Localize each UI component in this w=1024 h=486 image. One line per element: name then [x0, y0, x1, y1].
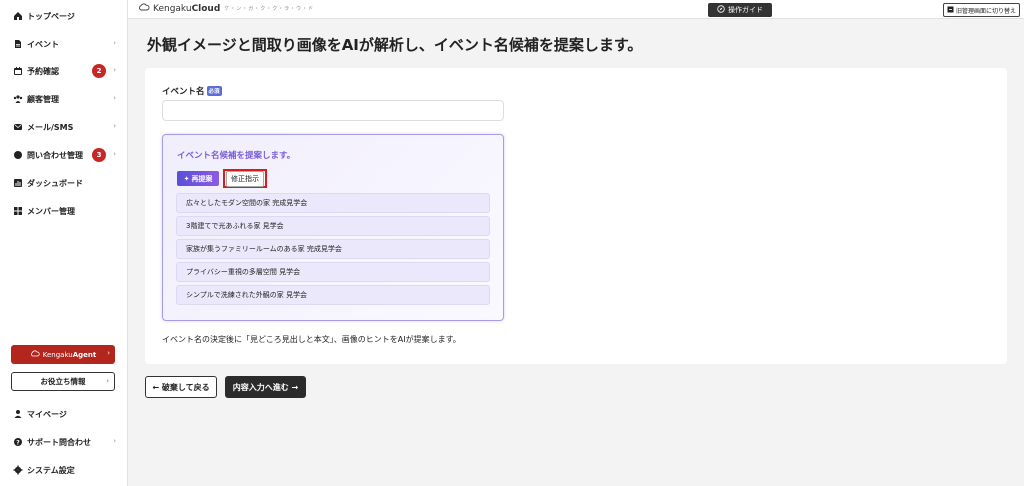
sidebar: トップページ イベント › 予約確認 2 › 顧客管理 › メール/SMS › …	[0, 0, 128, 486]
grid-icon	[12, 206, 23, 217]
app-logo[interactable]: Kengaku Cloud ケ・ン・ガ・ク・ク・ラ・ウ・ド	[138, 3, 314, 14]
cloud-icon	[138, 3, 150, 14]
ai-suggestion-panel: イベント名候補を提案します。 ✦ 再提案 修正指示 広々としたモダン空間の家 完…	[162, 134, 504, 321]
sidebar-item-label: メンバー管理	[27, 206, 75, 216]
switch-label: 旧管理画面に切り替え	[955, 7, 1016, 15]
chevron-right-icon: ›	[113, 122, 116, 130]
svg-text:?: ?	[16, 439, 20, 446]
proceed-content-button[interactable]: 内容入力へ進む →	[225, 376, 306, 398]
logo-tagline: ケ・ン・ガ・ク・ク・ラ・ウ・ド	[224, 6, 315, 12]
tips-label: お役立ち情報	[40, 377, 86, 386]
agent-prefix: Kengaku	[42, 350, 73, 359]
hint-text: イベント名の決定後に「見どころ見出しと本文」、画像のヒントをAIが提案します。	[162, 335, 461, 344]
guide-label: 操作ガイド	[728, 6, 763, 14]
sidebar-item-mypage[interactable]: マイページ	[0, 405, 128, 423]
sidebar-item-member[interactable]: メンバー管理	[0, 202, 128, 220]
sidebar-item-label: トップページ	[27, 11, 75, 21]
candidate-item[interactable]: プライバシー重視の多層空間 見学会	[176, 262, 490, 282]
notification-badge: 2	[92, 64, 106, 78]
sidebar-item-label: ダッシュボード	[27, 178, 83, 188]
agent-suffix: Agent	[72, 350, 97, 359]
chevron-right-icon: ›	[106, 377, 109, 385]
top-bar: Kengaku Cloud ケ・ン・ガ・ク・ク・ラ・ウ・ド 操作ガイド 旧管理画面…	[128, 0, 1024, 19]
sidebar-item-reservation[interactable]: 予約確認 2 ›	[0, 62, 128, 80]
chevron-right-icon: ›	[107, 349, 110, 357]
chevron-right-icon: ›	[113, 39, 116, 47]
discard-back-button[interactable]: ← 破棄して戻る	[145, 376, 217, 398]
candidate-item[interactable]: 家族が集うファミリールームのある家 完成見学会	[176, 239, 490, 259]
fix-instruction-highlight: 修正指示	[223, 169, 267, 188]
sidebar-item-customer[interactable]: 顧客管理 ›	[0, 90, 128, 108]
sidebar-item-support[interactable]: ? サポート問合わせ ›	[0, 433, 128, 451]
required-badge: 必須	[206, 86, 222, 96]
user-icon	[12, 409, 23, 420]
event-name-input[interactable]	[162, 100, 504, 121]
switch-icon	[947, 6, 954, 15]
event-form-card: イベント名 必須 イベント名候補を提案します。 ✦ 再提案 修正指示 広々とした…	[145, 68, 1007, 364]
kengaku-agent-button[interactable]: Kengaku Agent ›	[11, 345, 115, 364]
candidate-item[interactable]: シンプルで洗練された外観の家 見学会	[176, 285, 490, 305]
gear-icon	[12, 465, 23, 476]
sidebar-item-event[interactable]: イベント ›	[0, 35, 128, 53]
chevron-right-icon: ›	[113, 437, 116, 445]
people-icon	[12, 94, 23, 105]
event-name-label-text: イベント名	[162, 87, 205, 97]
chat-icon	[12, 150, 23, 161]
compass-icon	[717, 5, 725, 15]
candidate-item[interactable]: 3階建てで光あふれる家 見学会	[176, 216, 490, 236]
chevron-right-icon: ›	[113, 66, 116, 74]
help-icon: ?	[12, 437, 23, 448]
guide-button[interactable]: 操作ガイド	[708, 3, 772, 17]
chevron-right-icon: ›	[113, 150, 116, 158]
sidebar-item-label: マイページ	[27, 409, 67, 419]
sidebar-item-label: 予約確認	[27, 66, 59, 76]
notification-badge: 3	[92, 148, 106, 162]
cloud-icon	[30, 350, 40, 359]
switch-old-admin-button[interactable]: 旧管理画面に切り替え	[943, 3, 1020, 17]
sidebar-item-label: イベント	[27, 39, 59, 49]
sidebar-item-mail[interactable]: メール/SMS ›	[0, 118, 128, 136]
sidebar-item-settings[interactable]: システム設定	[0, 461, 128, 479]
tips-button[interactable]: お役立ち情報 ›	[11, 372, 115, 391]
sidebar-item-inquiry[interactable]: 問い合わせ管理 3 ›	[0, 146, 128, 164]
chevron-right-icon: ›	[113, 94, 116, 102]
fix-instruction-button[interactable]: 修正指示	[226, 170, 264, 187]
regenerate-button[interactable]: ✦ 再提案	[177, 171, 219, 186]
sidebar-item-label: サポート問合わせ	[27, 437, 91, 447]
sidebar-item-label: メール/SMS	[27, 122, 74, 132]
chart-icon	[12, 178, 23, 189]
sidebar-item-label: 顧客管理	[27, 94, 59, 104]
sidebar-item-label: 問い合わせ管理	[27, 150, 83, 160]
sidebar-item-label: システム設定	[27, 465, 75, 475]
sidebar-item-top[interactable]: トップページ	[0, 7, 128, 25]
logo-prefix: Kengaku	[153, 3, 192, 14]
suggestion-title: イベント名候補を提案します。	[177, 151, 296, 161]
sparkle-icon: ✦	[183, 174, 190, 183]
candidate-item[interactable]: 広々としたモダン空間の家 完成見学会	[176, 193, 490, 213]
home-icon	[12, 11, 23, 22]
sidebar-item-dashboard[interactable]: ダッシュボード	[0, 174, 128, 192]
page-title: 外観イメージと間取り画像をAIが解析し、イベント名候補を提案します。	[147, 36, 643, 54]
logo-suffix: Cloud	[191, 3, 221, 14]
document-icon	[12, 39, 23, 50]
regenerate-label: 再提案	[191, 174, 213, 183]
calendar-icon	[12, 66, 23, 77]
mail-icon	[12, 122, 23, 133]
event-name-label: イベント名 必須	[162, 85, 222, 97]
